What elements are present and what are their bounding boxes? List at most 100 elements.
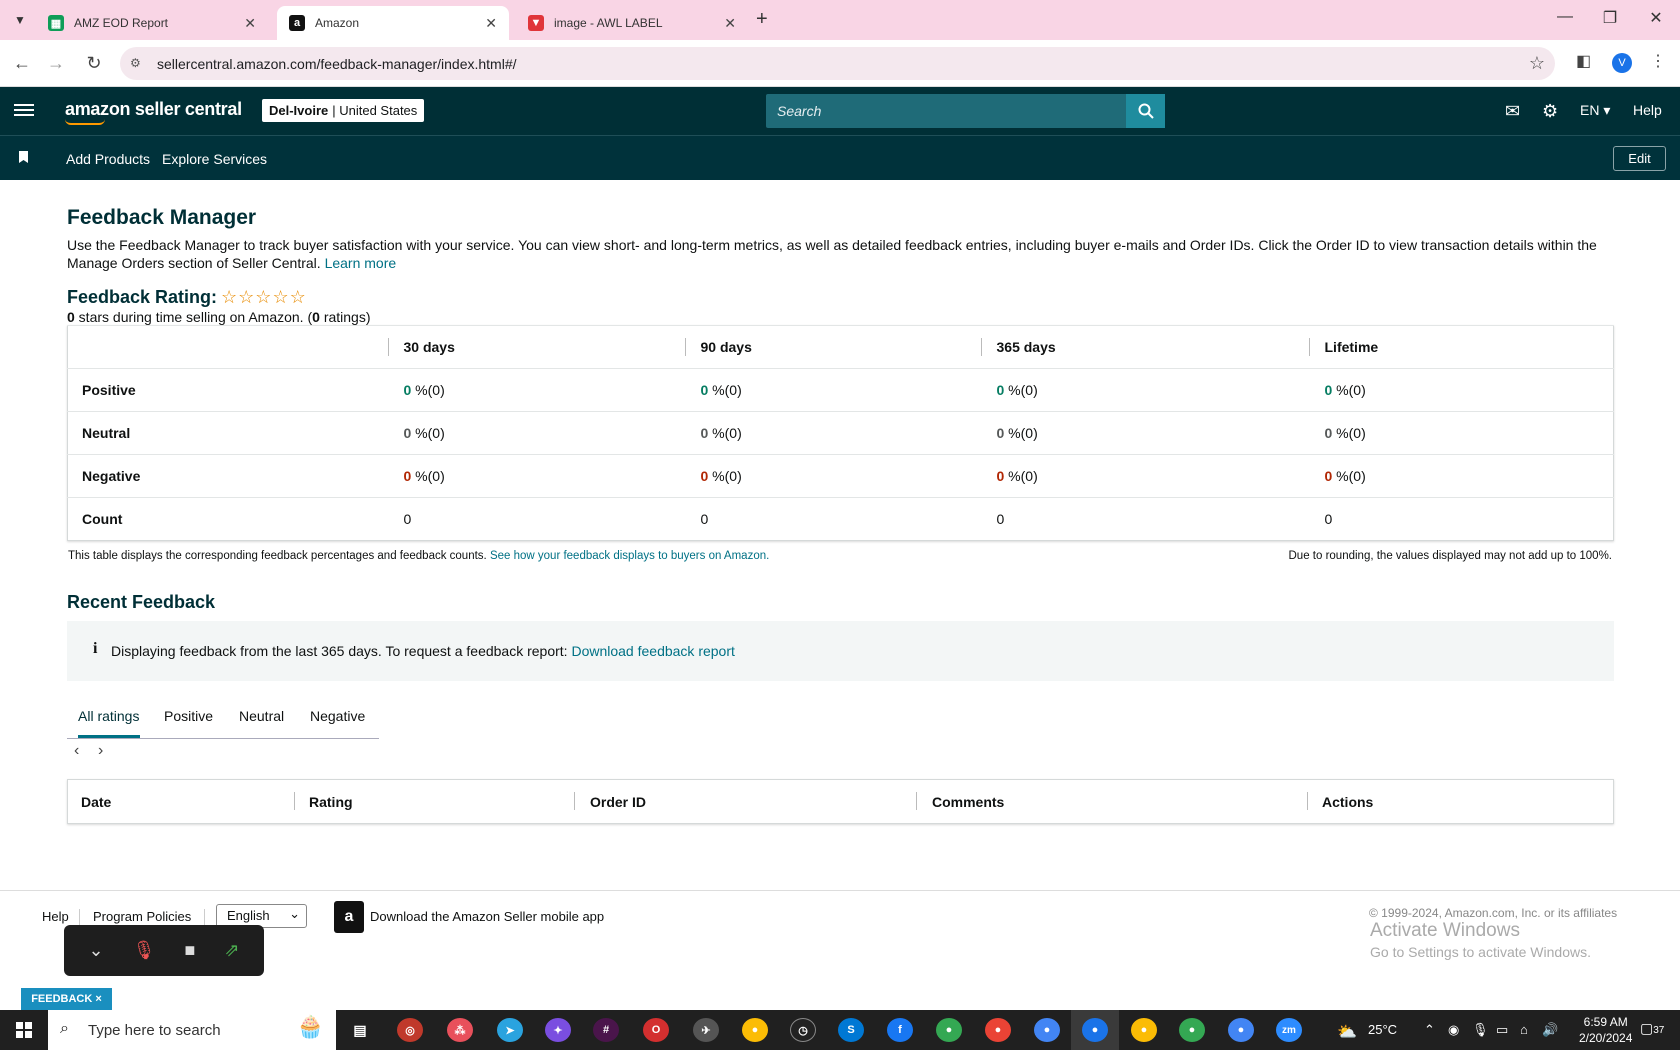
learn-more-link[interactable]: Learn more bbox=[325, 255, 397, 271]
tab-positive[interactable]: Positive bbox=[164, 708, 213, 724]
info-text: Displaying feedback from the last 365 da… bbox=[111, 643, 568, 659]
close-icon[interactable]: ✕ bbox=[724, 15, 736, 32]
telegram-icon[interactable]: ➤ bbox=[497, 1018, 523, 1042]
record-icon[interactable]: ◉ bbox=[1448, 1022, 1459, 1038]
search-input[interactable] bbox=[766, 94, 1126, 128]
window-close-icon[interactable]: ✕ bbox=[1646, 8, 1666, 28]
feedback-button[interactable]: FEEDBACK × bbox=[21, 988, 112, 1010]
share-screen-icon[interactable]: ⇗ bbox=[224, 940, 239, 961]
help-link[interactable]: Help bbox=[1633, 102, 1662, 118]
facebook-icon[interactable]: f bbox=[887, 1018, 913, 1042]
tab-neutral[interactable]: Neutral bbox=[239, 708, 284, 724]
url-text[interactable]: sellercentral.amazon.com/feedback-manage… bbox=[157, 56, 517, 72]
vivaldi-icon: ▼ bbox=[528, 15, 544, 31]
profile-avatar[interactable]: V bbox=[1612, 53, 1632, 73]
gear-icon[interactable]: ⚙ bbox=[1542, 101, 1558, 122]
cell-suffix: %(0) bbox=[708, 425, 742, 441]
reload-icon[interactable]: ↻ bbox=[82, 51, 106, 75]
tab-all-ratings[interactable]: All ratings bbox=[78, 708, 139, 724]
app-icon-1[interactable]: ◎ bbox=[397, 1018, 423, 1042]
chrome-profile-icon-5[interactable]: ● bbox=[1179, 1018, 1205, 1042]
weather-icon: ⛅ bbox=[1337, 1024, 1357, 1041]
browser-tab-amz-eod[interactable]: ▦ AMZ EOD Report ✕ bbox=[36, 6, 268, 40]
language-selector[interactable]: EN ▾ bbox=[1580, 102, 1610, 119]
temperature[interactable]: 25°C bbox=[1368, 1022, 1397, 1037]
chrome-profile-icon-4[interactable]: ● bbox=[1131, 1018, 1157, 1042]
column-rating: Rating bbox=[309, 794, 353, 810]
nav-add-products[interactable]: Add Products bbox=[66, 151, 150, 167]
rounding-note: Due to rounding, the values displayed ma… bbox=[1288, 550, 1613, 562]
footer-help-link[interactable]: Help bbox=[42, 909, 69, 924]
chrome-profile-icon-3[interactable]: ● bbox=[1034, 1018, 1060, 1042]
tab-negative[interactable]: Negative bbox=[310, 708, 365, 724]
table-cell: 0 %(0) bbox=[387, 411, 685, 455]
new-tab-button[interactable]: + bbox=[756, 8, 768, 31]
chrome-profile-icon-active[interactable]: ● bbox=[1082, 1018, 1108, 1042]
close-icon[interactable]: ✕ bbox=[485, 15, 497, 32]
bookmark-icon[interactable] bbox=[19, 151, 28, 163]
chrome-profile-icon-6[interactable]: ● bbox=[1228, 1018, 1254, 1042]
mic-muted-icon[interactable]: 🎙 bbox=[133, 940, 156, 961]
chevron-left-icon[interactable]: ‹ bbox=[74, 742, 79, 760]
table-header-30-days: 30 days bbox=[387, 325, 685, 369]
chrome-profile-icon-2[interactable]: ● bbox=[985, 1018, 1011, 1042]
chrome-icon[interactable]: ● bbox=[742, 1018, 768, 1042]
chrome-profile-icon-1[interactable]: ● bbox=[936, 1018, 962, 1042]
amazon-app-icon[interactable]: a bbox=[334, 901, 364, 933]
taskbar-search[interactable]: ⌕ Type here to search 🧁 bbox=[48, 1010, 336, 1050]
back-icon[interactable]: ← bbox=[10, 51, 34, 75]
chevron-up-icon[interactable]: ⌃ bbox=[1424, 1022, 1435, 1038]
footer-policies-link[interactable]: Program Policies bbox=[93, 909, 191, 924]
app-icon-2[interactable]: ⁂ bbox=[447, 1018, 473, 1042]
url-field[interactable]: ⚙ sellercentral.amazon.com/feedback-mana… bbox=[120, 47, 1555, 80]
clock-app-icon[interactable]: ◷ bbox=[790, 1018, 816, 1042]
system-clock[interactable]: 6:59 AM 2/20/2024 bbox=[1579, 1014, 1632, 1046]
activate-subtitle: Go to Settings to activate Windows. bbox=[1370, 944, 1591, 960]
close-icon[interactable]: ✕ bbox=[244, 15, 256, 32]
seller-central-logo[interactable]: amazon seller central bbox=[65, 99, 242, 125]
hamburger-menu-icon[interactable] bbox=[14, 101, 34, 121]
mobile-app-link[interactable]: Download the Amazon Seller mobile app bbox=[370, 909, 604, 924]
selected-language: English bbox=[227, 908, 270, 923]
feedback-display-link[interactable]: See how your feedback displays to buyers… bbox=[490, 550, 769, 562]
clock-time: 6:59 AM bbox=[1583, 1015, 1628, 1029]
volume-icon[interactable]: 🔊 bbox=[1542, 1022, 1558, 1038]
opera-icon[interactable]: O bbox=[643, 1018, 669, 1042]
chevron-right-icon[interactable]: › bbox=[98, 742, 103, 760]
table-note: This table displays the corresponding fe… bbox=[68, 550, 769, 562]
bookmark-star-icon[interactable]: ☆ bbox=[1529, 53, 1545, 74]
app-icon-3[interactable]: ✈ bbox=[693, 1018, 719, 1042]
table-row-negative: Negative 0 %(0) 0 %(0) 0 %(0) 0 %(0) bbox=[67, 454, 1614, 498]
nav-explore-services[interactable]: Explore Services bbox=[162, 151, 267, 167]
store-selector[interactable]: Del-Ivoire | United States bbox=[262, 99, 425, 122]
tab-search-icon[interactable]: ▼ bbox=[8, 8, 32, 32]
collapse-chevron-icon[interactable]: ⌄ bbox=[89, 940, 104, 961]
search-button[interactable] bbox=[1126, 94, 1165, 128]
windows-start-icon[interactable] bbox=[16, 1022, 32, 1038]
minimize-icon[interactable]: — bbox=[1555, 8, 1575, 26]
amazon-icon: a bbox=[289, 15, 305, 31]
mail-icon[interactable]: ✉ bbox=[1505, 101, 1520, 122]
messenger-icon[interactable]: ✦ bbox=[545, 1018, 571, 1042]
network-icon[interactable]: ▭ bbox=[1496, 1022, 1508, 1038]
restore-icon[interactable]: ❐ bbox=[1600, 8, 1620, 28]
task-view-icon[interactable]: ▤ bbox=[347, 1018, 373, 1042]
slack-icon[interactable]: # bbox=[593, 1018, 619, 1042]
edit-button[interactable]: Edit bbox=[1613, 146, 1666, 171]
column-order-id: Order ID bbox=[590, 794, 647, 810]
browser-tab-amazon[interactable]: a Amazon ✕ bbox=[277, 6, 509, 40]
forward-icon[interactable]: → bbox=[44, 51, 68, 75]
menu-icon[interactable]: ⋮ bbox=[1650, 51, 1666, 71]
site-info-icon[interactable]: ⚙ bbox=[130, 56, 141, 70]
activate-windows-watermark: Activate Windows Go to Settings to activ… bbox=[1370, 920, 1591, 960]
side-panel-icon[interactable]: ◧ bbox=[1576, 51, 1591, 71]
zoom-icon[interactable]: zm bbox=[1276, 1018, 1302, 1042]
wifi-icon[interactable]: ⌂ bbox=[1520, 1022, 1528, 1037]
video-camera-icon[interactable]: ■ bbox=[184, 940, 195, 961]
table-cell: 0 %(0) bbox=[980, 411, 1309, 455]
skype-icon[interactable]: S bbox=[838, 1018, 864, 1042]
browser-tab-awl-label[interactable]: ▼ image - AWL LABEL ✕ bbox=[516, 6, 748, 40]
microphone-icon[interactable]: 🎙 bbox=[1472, 1022, 1489, 1038]
download-report-link[interactable]: Download feedback report bbox=[571, 643, 734, 659]
notification-center-icon[interactable]: ▢37 bbox=[1640, 1020, 1664, 1037]
